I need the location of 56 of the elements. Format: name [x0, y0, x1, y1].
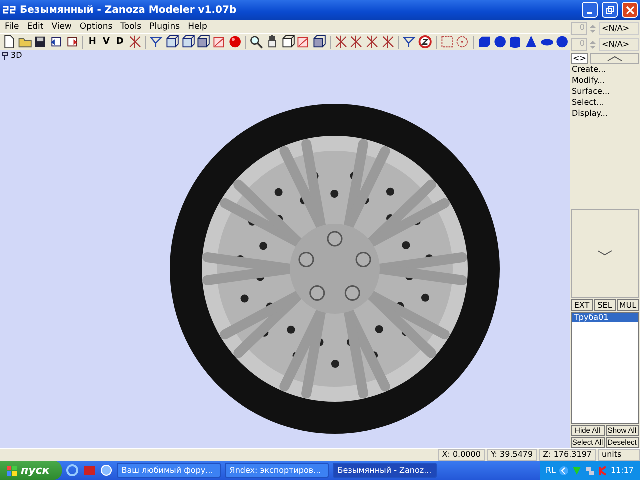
restore-icon: [606, 6, 614, 14]
clock: 11:17: [610, 466, 634, 475]
taskbar-button[interactable]: Яndex: экспортиров...: [224, 463, 329, 478]
menu-item[interactable]: Edit: [24, 22, 47, 32]
save-icon[interactable]: [33, 35, 48, 49]
no-entry-icon[interactable]: [418, 35, 433, 49]
command-item[interactable]: Select...: [571, 98, 639, 108]
view-letter-button[interactable]: H: [86, 35, 100, 49]
spinner-label: <N/A>: [599, 22, 639, 35]
view-letter-button[interactable]: V: [100, 35, 113, 49]
sphere-icon[interactable]: [492, 35, 508, 49]
collapse-button[interactable]: [590, 53, 639, 64]
menu-item[interactable]: Tools: [118, 22, 145, 32]
axes-icon[interactable]: [128, 35, 142, 49]
disc-icon[interactable]: [555, 35, 570, 49]
star-icon[interactable]: [349, 35, 364, 49]
taskbar-button[interactable]: Безымянный - Zanoz...: [332, 463, 437, 478]
start-button[interactable]: пуск: [0, 461, 62, 480]
menu-item[interactable]: Plugins: [146, 22, 184, 32]
status-field: units: [598, 449, 640, 461]
toggle-button[interactable]: <>: [571, 53, 588, 64]
circle-select-icon[interactable]: [455, 35, 470, 49]
cylinder-icon[interactable]: [508, 35, 523, 49]
viewport-label: 3D: [11, 51, 22, 60]
command-item[interactable]: Display...: [571, 109, 639, 119]
close-icon: [626, 6, 634, 14]
close-button[interactable]: [622, 2, 638, 18]
spinner-label: <N/A>: [599, 38, 639, 51]
minimize-button[interactable]: [582, 2, 598, 18]
chevron-up-icon: [606, 56, 623, 62]
status-field: Y: 39.5479: [486, 449, 538, 461]
mode-button[interactable]: MUL: [617, 299, 639, 311]
command-item[interactable]: Create...: [571, 65, 639, 75]
menu-item[interactable]: View: [48, 22, 75, 32]
window-title: Безымянный - Zanoza Modeler v1.07b: [20, 4, 238, 16]
mode-button[interactable]: EXT: [571, 299, 593, 311]
search-icon[interactable]: [249, 35, 264, 49]
square-select-icon[interactable]: [440, 35, 454, 49]
windows-logo-icon: [6, 464, 18, 476]
pin-icon[interactable]: [2, 52, 9, 60]
menu-item[interactable]: Options: [76, 22, 116, 32]
command-item[interactable]: Surface...: [571, 87, 639, 97]
menu-item[interactable]: File: [2, 22, 22, 32]
mode-button[interactable]: SEL: [594, 299, 616, 311]
menu-item[interactable]: Help: [185, 22, 210, 32]
cube-outline-icon[interactable]: [280, 35, 296, 49]
taskbar-button[interactable]: Ваш любимый фору...: [116, 463, 221, 478]
status-field: X: 0.0000: [438, 449, 485, 461]
sphere-icon[interactable]: [228, 35, 242, 49]
command-item[interactable]: Modify...: [571, 76, 639, 86]
view-letter-button[interactable]: D: [114, 35, 126, 49]
app-icon: [2, 5, 16, 15]
object-list-item[interactable]: Труба01: [572, 313, 638, 322]
status-field: Z: 176.3197: [539, 449, 596, 461]
restore-button[interactable]: [602, 2, 618, 18]
chevron-down-icon: [597, 250, 613, 256]
